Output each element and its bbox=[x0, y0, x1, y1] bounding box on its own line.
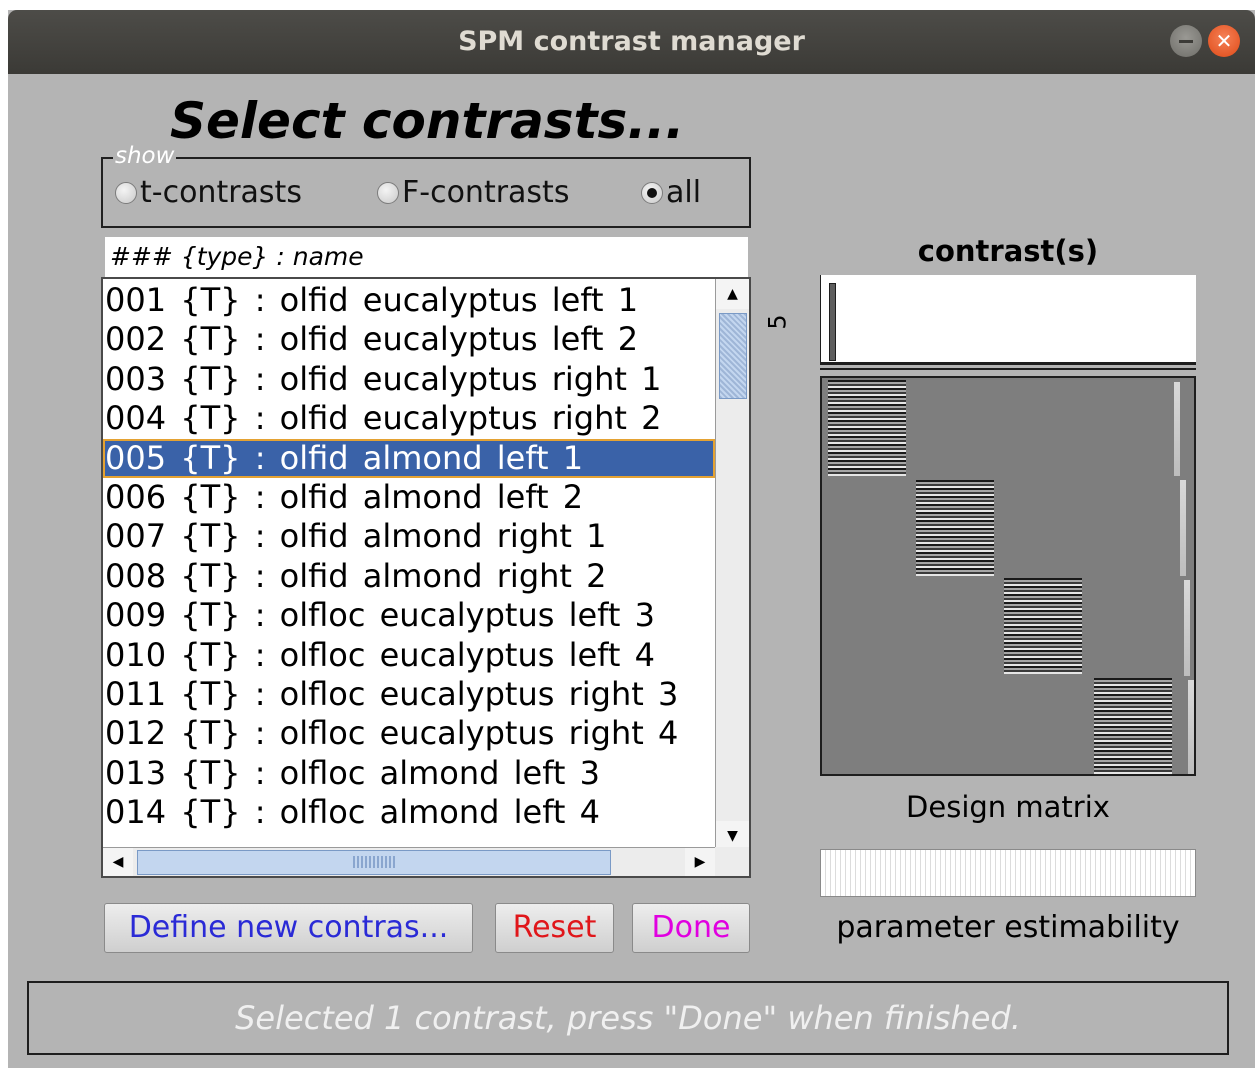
contrast-list[interactable]: 001 {T} : olfid eucalyptus left 1 002 {T… bbox=[101, 277, 751, 878]
done-button[interactable]: Done bbox=[632, 903, 750, 953]
list-item-selected[interactable]: 005 {T} : olfid almond left 1 bbox=[103, 438, 715, 478]
radio-f-contrasts[interactable]: F-contrasts bbox=[377, 175, 570, 210]
radio-all[interactable]: all bbox=[641, 175, 702, 210]
list-item[interactable]: 002 {T} : olfid eucalyptus left 2 bbox=[103, 320, 715, 359]
design-matrix-block bbox=[828, 380, 906, 476]
status-message: Selected 1 contrast, press "Done" when f… bbox=[27, 981, 1229, 1055]
radio-button-icon bbox=[377, 181, 399, 204]
scroll-grip-icon bbox=[353, 856, 397, 868]
contrast-manager-window: SPM contrast manager ✕ Select contrasts.… bbox=[8, 10, 1255, 1068]
radio-label: F-contrasts bbox=[402, 175, 570, 210]
contrast-list-rows: 001 {T} : olfid eucalyptus left 1 002 {T… bbox=[103, 281, 715, 841]
radio-t-contrasts[interactable]: t-contrasts bbox=[115, 175, 302, 210]
list-item[interactable]: 008 {T} : olfid almond right 2 bbox=[103, 557, 715, 596]
parameter-estimability-caption: parameter estimability bbox=[836, 910, 1180, 945]
contrast-axis-line bbox=[820, 275, 821, 362]
list-item[interactable]: 011 {T} : olfloc eucalyptus right 3 bbox=[103, 675, 715, 714]
list-item[interactable]: 009 {T} : olfloc eucalyptus left 3 bbox=[103, 596, 715, 635]
design-matrix-constant-column bbox=[1180, 480, 1186, 576]
list-item[interactable]: 006 {T} : olfid almond left 2 bbox=[103, 478, 715, 517]
page-heading: Select contrasts... bbox=[170, 92, 685, 150]
list-item[interactable]: 013 {T} : olfloc almond left 3 bbox=[103, 754, 715, 793]
list-item[interactable]: 012 {T} : olfloc eucalyptus right 4 bbox=[103, 714, 715, 753]
radio-button-icon bbox=[115, 181, 137, 204]
list-item[interactable]: 010 {T} : olfloc eucalyptus left 4 bbox=[103, 636, 715, 675]
contrast-title: contrast(s) bbox=[917, 234, 1099, 268]
scroll-left-arrow-icon[interactable]: ◀ bbox=[103, 848, 133, 876]
list-item[interactable]: 003 {T} : olfid eucalyptus right 1 bbox=[103, 360, 715, 399]
design-matrix-block bbox=[916, 480, 994, 576]
define-new-contrast-button[interactable]: Define new contras... bbox=[104, 903, 473, 953]
parameter-estimability-bar bbox=[820, 849, 1196, 897]
close-icon: ✕ bbox=[1215, 29, 1233, 53]
title-bar[interactable]: SPM contrast manager ✕ bbox=[8, 10, 1255, 74]
minimize-button[interactable] bbox=[1170, 25, 1202, 57]
contrast-bar bbox=[829, 283, 836, 361]
window-title: SPM contrast manager bbox=[458, 26, 805, 57]
scroll-up-arrow-icon[interactable]: ▲ bbox=[716, 279, 749, 309]
scroll-right-arrow-icon[interactable]: ▶ bbox=[685, 848, 715, 876]
contrast-plot bbox=[820, 275, 1196, 370]
close-button[interactable]: ✕ bbox=[1208, 25, 1240, 57]
design-matrix-block bbox=[1004, 578, 1082, 674]
list-item[interactable]: 007 {T} : olfid almond right 1 bbox=[103, 517, 715, 556]
design-matrix-caption: Design matrix bbox=[906, 790, 1110, 824]
list-header: ### {type} : name bbox=[105, 237, 748, 277]
list-item[interactable]: 004 {T} : olfid eucalyptus right 2 bbox=[103, 399, 715, 438]
reset-button[interactable]: Reset bbox=[495, 903, 614, 953]
radio-label: t-contrasts bbox=[140, 175, 302, 210]
show-legend: show bbox=[113, 143, 177, 169]
radio-label: all bbox=[666, 175, 702, 210]
list-item[interactable]: 001 {T} : olfid eucalyptus left 1 bbox=[103, 281, 715, 320]
design-matrix-constant-column bbox=[1188, 680, 1194, 774]
design-matrix-block bbox=[1094, 678, 1172, 774]
vertical-scroll-thumb[interactable] bbox=[719, 313, 747, 399]
design-matrix-constant-column bbox=[1174, 382, 1180, 476]
radio-button-selected-icon bbox=[641, 181, 663, 204]
contrast-baseline bbox=[820, 368, 1196, 370]
scroll-corner bbox=[715, 847, 749, 876]
horizontal-scrollbar[interactable]: ◀ ▶ bbox=[103, 847, 715, 876]
design-matrix-image[interactable] bbox=[820, 376, 1196, 776]
design-matrix-constant-column bbox=[1184, 580, 1190, 676]
horizontal-scroll-thumb[interactable] bbox=[137, 850, 611, 875]
list-item[interactable]: 014 {T} : olfloc almond left 4 bbox=[103, 793, 715, 832]
contrast-axis-label: 5 bbox=[763, 314, 792, 330]
show-filter-group: show t-contrasts F-contrasts all bbox=[101, 143, 751, 228]
vertical-scrollbar[interactable]: ▲ ▼ bbox=[715, 279, 749, 851]
